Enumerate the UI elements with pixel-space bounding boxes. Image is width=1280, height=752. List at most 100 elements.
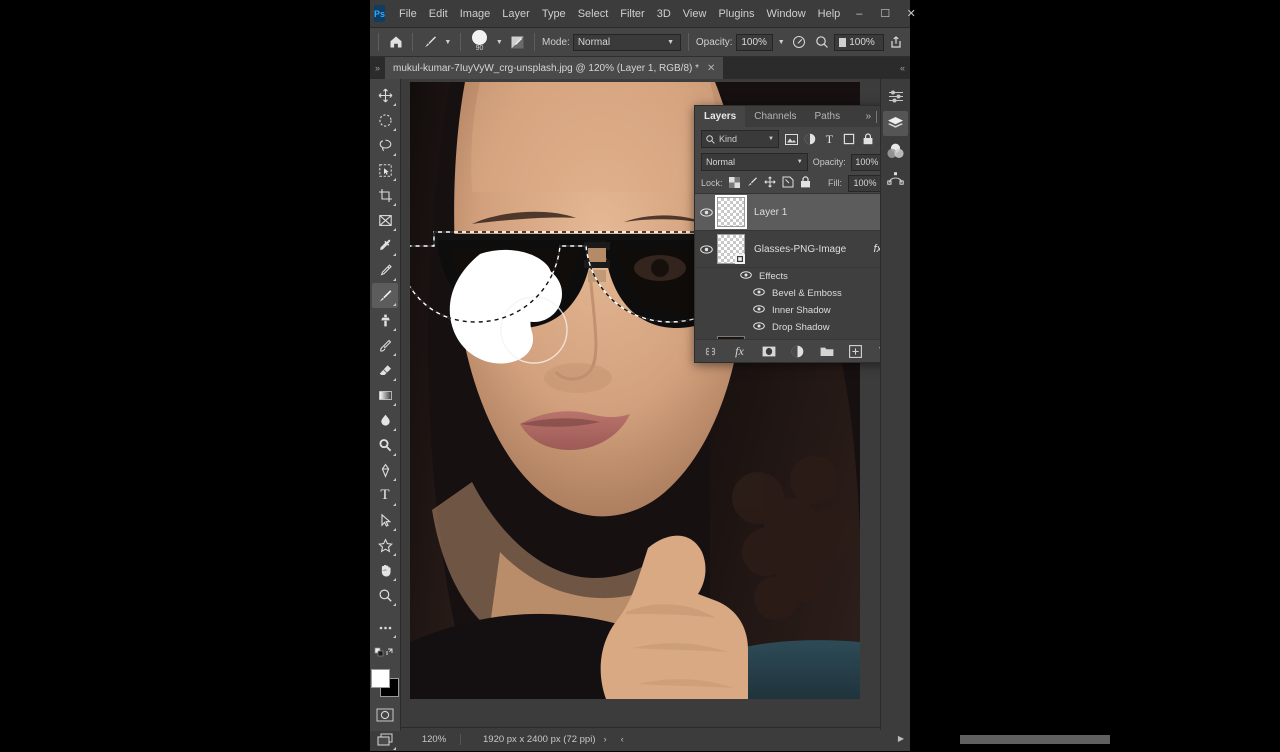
share-icon[interactable] <box>887 31 906 53</box>
hand-tool[interactable] <box>372 558 398 583</box>
quick-selection-tool[interactable] <box>372 158 398 183</box>
lock-position-icon[interactable] <box>763 176 776 190</box>
canvas-horizontal-scrollbar[interactable]: ▶ <box>630 728 1110 751</box>
chevron-double-right-icon[interactable]: » <box>865 111 871 122</box>
lock-artboard-icon[interactable] <box>782 176 794 190</box>
brush-size-preview[interactable]: 90 <box>468 30 491 54</box>
smoothing-input[interactable]: 100% <box>834 33 884 51</box>
blend-mode-select[interactable]: Normal ▼ <box>572 33 681 51</box>
eraser-tool[interactable] <box>372 358 398 383</box>
layer-visibility-icon[interactable] <box>695 244 717 254</box>
menu-plugins[interactable]: Plugins <box>712 5 760 23</box>
menu-edit[interactable]: Edit <box>423 5 454 23</box>
dodge-tool[interactable] <box>372 433 398 458</box>
default-colors-and-swap[interactable] <box>372 640 398 665</box>
close-icon[interactable]: ✕ <box>898 1 924 27</box>
eyedropper-tool[interactable] <box>372 233 398 258</box>
new-layer-icon[interactable] <box>848 343 864 359</box>
menu-select[interactable]: Select <box>572 5 615 23</box>
clone-stamp-tool[interactable] <box>372 308 398 333</box>
maximize-icon[interactable]: ☐ <box>872 1 898 27</box>
menu-view[interactable]: View <box>677 5 713 23</box>
layer-list[interactable]: Layer 1 Glasses-PNG-Image fx ▲ <box>695 193 900 339</box>
layer-visibility-icon[interactable] <box>740 271 752 282</box>
type-filter-icon[interactable]: T <box>822 132 836 147</box>
lock-all-icon[interactable] <box>800 176 811 190</box>
table-row[interactable] <box>695 336 900 339</box>
airbrush-icon[interactable] <box>790 31 809 53</box>
filter-kind-select[interactable]: Kind ▼ <box>701 130 779 148</box>
quick-mask-icon[interactable] <box>372 702 398 727</box>
frame-tool[interactable] <box>372 208 398 233</box>
zoom-level[interactable]: 120% <box>408 734 461 745</box>
menu-help[interactable]: Help <box>812 5 847 23</box>
layer-name[interactable]: Layer 1 <box>754 207 787 218</box>
pixel-filter-icon[interactable] <box>784 132 798 147</box>
brush-size-chevron-icon[interactable]: ▼ <box>494 39 505 46</box>
brush-icon[interactable] <box>420 31 439 53</box>
minimize-icon[interactable]: – <box>846 1 872 27</box>
layer-blend-mode-select[interactable]: Normal ▼ <box>701 153 808 171</box>
gradient-tool[interactable] <box>372 383 398 408</box>
layer-name[interactable]: Glasses-PNG-Image <box>754 244 846 255</box>
layer-thumbnail[interactable] <box>715 195 747 229</box>
table-row[interactable]: Glasses-PNG-Image fx ▲ <box>695 231 900 268</box>
tab-channels[interactable]: Channels <box>745 106 805 127</box>
color-panel-icon[interactable] <box>883 138 908 163</box>
adjustments-panel-icon[interactable] <box>883 84 908 109</box>
paths-panel-icon[interactable] <box>883 165 908 190</box>
layer-mask-icon[interactable] <box>761 343 777 359</box>
menu-layer[interactable]: Layer <box>496 5 536 23</box>
color-swatches[interactable] <box>371 669 399 697</box>
opacity-input[interactable]: 100% <box>735 33 773 51</box>
adjustment-filter-icon[interactable] <box>803 132 817 147</box>
menu-window[interactable]: Window <box>761 5 812 23</box>
effects-group-row[interactable]: Effects <box>695 268 900 285</box>
layer-style-icon[interactable]: fx <box>732 343 748 359</box>
flow-icon[interactable] <box>812 31 831 53</box>
table-row[interactable]: Layer 1 <box>695 194 900 231</box>
document-dimensions[interactable]: 1920 px x 2400 px (72 ppi) <box>461 734 596 745</box>
opacity-chevron-icon[interactable]: ▼ <box>776 39 787 46</box>
layer-visibility-icon[interactable] <box>695 207 717 217</box>
new-group-icon[interactable] <box>819 343 835 359</box>
history-brush-tool[interactable] <box>372 333 398 358</box>
healing-brush-tool[interactable] <box>372 258 398 283</box>
layer-thumbnail[interactable] <box>717 234 745 264</box>
menu-filter[interactable]: Filter <box>614 5 650 23</box>
link-layers-icon[interactable] <box>703 343 719 359</box>
chevron-double-left-icon[interactable]: « <box>895 63 910 73</box>
brush-tool[interactable] <box>372 283 398 308</box>
edit-toolbar-tool[interactable] <box>372 615 398 640</box>
menu-3d[interactable]: 3D <box>651 5 677 23</box>
zoom-tool[interactable] <box>372 583 398 608</box>
chevron-double-right-icon[interactable]: » <box>370 63 385 73</box>
type-tool[interactable]: T <box>372 483 398 508</box>
lock-transparent-icon[interactable] <box>728 176 740 190</box>
layer-thumbnail[interactable] <box>717 336 745 339</box>
scroll-right-icon[interactable]: ▶ <box>898 734 904 743</box>
shape-tool[interactable] <box>372 533 398 558</box>
horizontal-scroll-thumb[interactable] <box>959 735 1110 744</box>
tab-paths[interactable]: Paths <box>806 106 850 127</box>
chevron-right-icon[interactable]: › <box>596 734 615 745</box>
path-selection-tool[interactable] <box>372 508 398 533</box>
list-item[interactable]: Bevel & Emboss <box>695 285 900 302</box>
menu-type[interactable]: Type <box>536 5 572 23</box>
move-tool[interactable] <box>372 83 398 108</box>
canvas-area[interactable]: ▲ ▼ Layers Channels Paths » <box>401 79 910 730</box>
layer-visibility-icon[interactable] <box>753 322 765 333</box>
pen-tool[interactable] <box>372 458 398 483</box>
layer-visibility-icon[interactable] <box>753 305 765 316</box>
marquee-tool[interactable] <box>372 108 398 133</box>
document-tab[interactable]: mukul-kumar-7IuyVyW_crg-unsplash.jpg @ 1… <box>385 57 725 79</box>
menu-image[interactable]: Image <box>454 5 497 23</box>
lasso-tool[interactable] <box>372 133 398 158</box>
brush-panel-icon[interactable] <box>508 31 527 53</box>
adjustment-layer-icon[interactable] <box>790 343 806 359</box>
crop-tool[interactable] <box>372 183 398 208</box>
blur-tool[interactable] <box>372 408 398 433</box>
brush-preset-chevron-icon[interactable]: ▼ <box>442 39 453 46</box>
layer-fill-input[interactable]: 100% <box>848 174 883 192</box>
layer-visibility-icon[interactable] <box>753 288 765 299</box>
